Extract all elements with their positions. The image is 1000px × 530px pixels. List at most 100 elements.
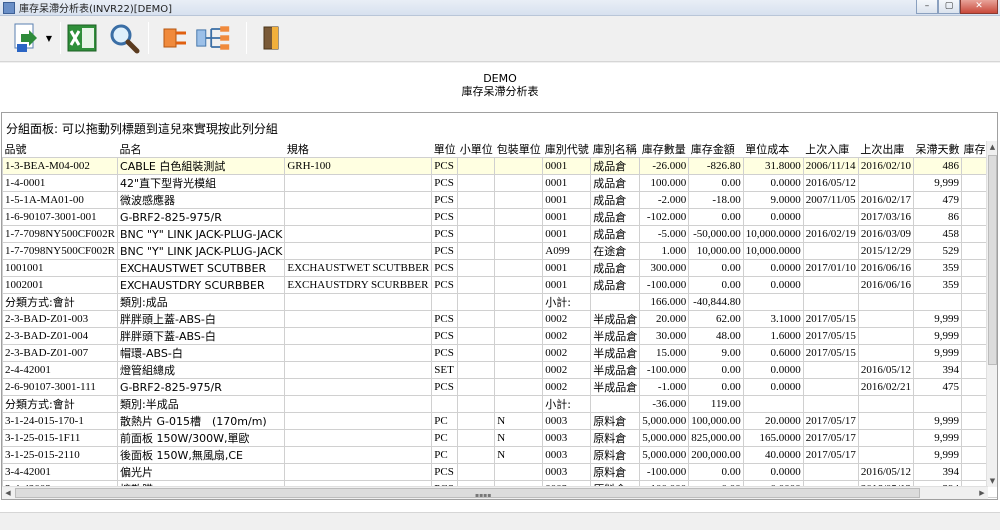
table-cell[interactable]: 原料倉 (590, 412, 641, 430)
table-cell[interactable]: N (494, 412, 544, 430)
table-cell[interactable]: PCS (431, 327, 459, 345)
table-cell[interactable]: 半成品倉 (590, 344, 641, 362)
table-cell[interactable]: 成品倉 (590, 208, 641, 226)
table-row[interactable]: 1001001 EXCHAUSTWET SCUTBBER EXCHAUSTWET S… (2, 259, 997, 277)
table-cell[interactable]: 2017/05/17 (802, 412, 859, 430)
table-cell[interactable] (913, 293, 962, 311)
table-cell[interactable]: PCS (431, 208, 459, 226)
table-cell[interactable]: 胖胖頭下蓋-ABS-白 (117, 327, 286, 345)
table-cell[interactable] (457, 157, 496, 175)
table-cell[interactable]: 0.00 (688, 378, 744, 396)
table-cell[interactable]: 9.0000 (742, 191, 804, 209)
table-cell[interactable]: -40,844.80 (688, 293, 744, 311)
table-cell[interactable]: EXCHAUSTDRY SCURBBER (284, 276, 433, 294)
table-cell[interactable] (457, 327, 496, 345)
table-cell[interactable] (284, 429, 433, 447)
table-cell[interactable]: 0001 (542, 174, 592, 192)
table-cell[interactable]: -26.000 (639, 157, 690, 175)
table-cell[interactable] (494, 157, 544, 175)
table-cell[interactable]: 2015/12/29 (857, 242, 915, 260)
table-cell[interactable] (802, 361, 859, 379)
column-header[interactable]: 呆滯天數 (913, 141, 962, 158)
table-cell[interactable]: BNC "Y" LINK JACK-PLUG-JACK (117, 225, 286, 243)
table-cell[interactable]: 31.8000 (742, 157, 804, 175)
table-cell[interactable] (857, 293, 915, 311)
group-panel[interactable]: 分組面板: 可以拖動列標題到這兒來實現按此列分組 (6, 120, 278, 137)
close-button[interactable]: ✕ (960, 0, 998, 14)
table-cell[interactable]: 0.00 (688, 174, 744, 192)
table-cell[interactable]: EXCHAUSTWET SCUTBBER (284, 259, 433, 277)
column-header[interactable]: 庫存金額 (688, 141, 744, 158)
table-cell[interactable]: -826.80 (688, 157, 744, 175)
table-cell[interactable]: 10,000.0000 (742, 242, 804, 260)
table-cell[interactable]: 成品倉 (590, 191, 641, 209)
table-row[interactable]: 3-1-25-015-1F11 前面板 150W/300W,單歐 PC N 0003 原料… (2, 429, 997, 447)
table-cell[interactable] (284, 446, 433, 464)
table-cell[interactable] (431, 395, 459, 413)
column-header[interactable]: 庫別名稱 (590, 141, 640, 158)
table-cell[interactable]: 1-7-7098NY500CF002R (2, 242, 119, 260)
table-cell[interactable]: PCS (431, 276, 459, 294)
table-cell[interactable] (802, 276, 859, 294)
table-row[interactable]: 2-3-BAD-Z01-004 胖胖頭下蓋-ABS-白 PCS 0002 半成品倉 30.… (2, 327, 997, 345)
table-cell[interactable]: 半成品倉 (590, 310, 641, 328)
table-cell[interactable]: 2016/02/17 (857, 191, 915, 209)
table-cell[interactable] (457, 276, 496, 294)
table-cell[interactable]: 成品倉 (590, 276, 641, 294)
table-cell[interactable]: 3-4-42001 (2, 463, 119, 481)
table-row[interactable]: 2-6-90107-3001-111 G-BRF2-825-975/R PCS 000… (2, 378, 997, 396)
table-cell[interactable] (457, 378, 496, 396)
table-cell[interactable]: 2016/06/16 (857, 276, 915, 294)
table-cell[interactable] (284, 344, 433, 362)
table-cell[interactable]: 原料倉 (590, 429, 641, 447)
table-cell[interactable] (284, 395, 433, 413)
table-cell[interactable] (494, 259, 544, 277)
table-cell[interactable]: 小計: (542, 293, 592, 311)
table-cell[interactable]: 後面板 150W,無風扇,CE (117, 446, 286, 464)
table-cell[interactable]: 9.00 (688, 344, 744, 362)
table-cell[interactable]: N (494, 446, 544, 464)
table-cell[interactable]: 3-1-24-015-170-1 (2, 412, 119, 430)
table-cell[interactable]: 0002 (542, 378, 592, 396)
table-cell[interactable] (457, 191, 496, 209)
table-cell[interactable] (494, 463, 544, 481)
table-cell[interactable]: 2-6-90107-3001-111 (2, 378, 119, 396)
table-cell[interactable]: 0.0000 (742, 259, 804, 277)
table-cell[interactable]: BNC "Y" LINK JACK-PLUG-JACK (117, 242, 286, 260)
table-row[interactable]: 2-3-BAD-Z01-003 胖胖頭上蓋-ABS-白 PCS 0002 半成品倉 20.… (2, 310, 997, 328)
table-cell[interactable] (802, 378, 859, 396)
column-header[interactable]: 單位成本 (743, 141, 804, 158)
table-cell[interactable] (857, 327, 915, 345)
table-cell[interactable] (457, 446, 496, 464)
table-cell[interactable] (284, 208, 433, 226)
table-cell[interactable]: 2016/02/21 (857, 378, 915, 396)
table-cell[interactable]: 1.6000 (742, 327, 804, 345)
table-cell[interactable] (457, 395, 496, 413)
table-cell[interactable]: 20.000 (639, 310, 690, 328)
table-cell[interactable]: 帽環-ABS-白 (117, 344, 286, 362)
table-cell[interactable]: 100,000.00 (688, 412, 744, 430)
table-cell[interactable]: 300.000 (639, 259, 690, 277)
table-cell[interactable]: 394 (913, 463, 962, 481)
table-cell[interactable]: 9,999 (913, 446, 962, 464)
table-cell[interactable] (457, 259, 496, 277)
table-cell[interactable]: 100.000 (639, 174, 690, 192)
table-cell[interactable]: 2-3-BAD-Z01-004 (2, 327, 119, 345)
table-cell[interactable] (494, 174, 544, 192)
table-cell[interactable] (494, 225, 544, 243)
table-cell[interactable]: 0.0000 (742, 174, 804, 192)
table-cell[interactable]: 9,999 (913, 310, 962, 328)
table-cell[interactable]: 半成品倉 (590, 378, 641, 396)
column-header[interactable]: 上次入庫 (803, 141, 859, 158)
table-cell[interactable]: 0001 (542, 259, 592, 277)
table-cell[interactable] (457, 429, 496, 447)
table-cell[interactable]: N (494, 429, 544, 447)
table-cell[interactable]: 2017/01/10 (802, 259, 859, 277)
table-row[interactable]: 1-3-BEA-M04-002 CABLE 白色組裝測試 GRH-100 PCS 000… (2, 157, 997, 175)
table-cell[interactable] (284, 242, 433, 260)
table-cell[interactable]: 小計: (542, 395, 592, 413)
table-cell[interactable] (857, 429, 915, 447)
horizontal-scrollbar[interactable]: ◀ ▪▪▪▪ ▶ (2, 486, 988, 499)
table-cell[interactable]: -18.00 (688, 191, 744, 209)
table-cell[interactable]: 529 (913, 242, 962, 260)
